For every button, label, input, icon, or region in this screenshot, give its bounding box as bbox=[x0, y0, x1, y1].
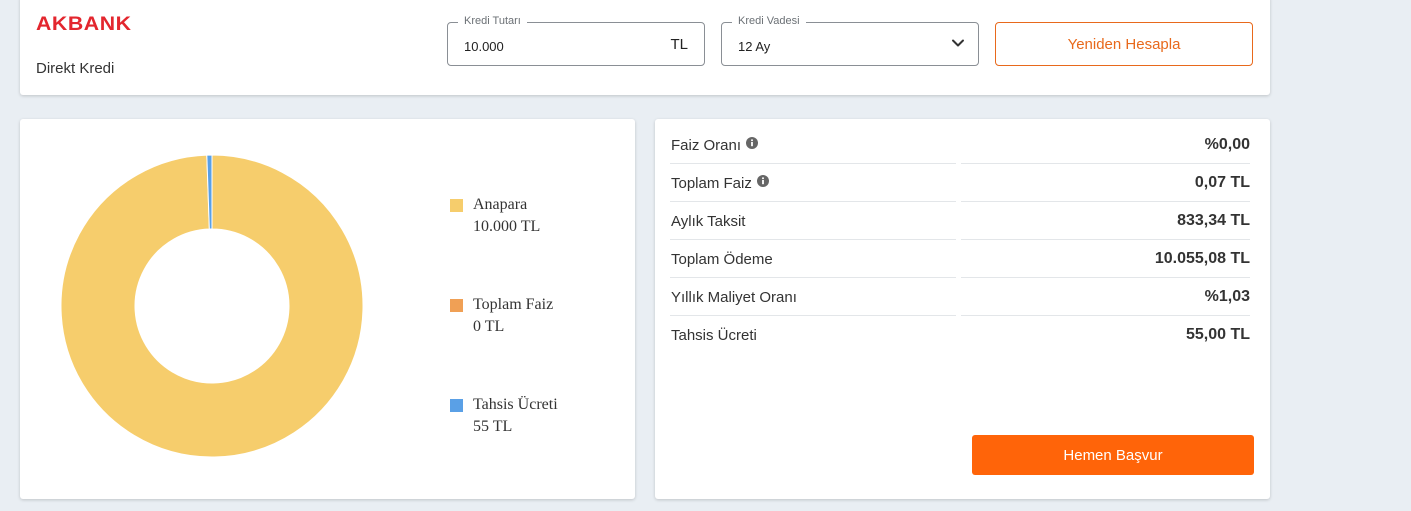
info-icon[interactable] bbox=[756, 174, 769, 191]
loan-summary-card: Faiz Oranı %0,00 Toplam Faiz 0,07 TL Aylık T… bbox=[655, 119, 1270, 499]
loan-amount-field[interactable]: Kredi Tutarı 10.000 TL bbox=[447, 15, 705, 66]
summary-row: Faiz Oranı %0,00 bbox=[670, 126, 1250, 164]
summary-row-label: Aylık Taksit bbox=[671, 213, 746, 230]
legend-value: 0 TL bbox=[473, 318, 505, 335]
apply-now-button[interactable]: Hemen Başvur bbox=[972, 435, 1254, 475]
legend-value: 55 TL bbox=[473, 418, 513, 435]
summary-row: Tahsis Ücreti 55,00 TL bbox=[670, 316, 1250, 354]
chevron-down-icon[interactable] bbox=[950, 35, 966, 56]
summary-row: Aylık Taksit 833,34 TL bbox=[670, 202, 1250, 240]
summary-row-label: Faiz Oranı bbox=[671, 137, 742, 154]
loan-amount-label: Kredi Tutarı bbox=[458, 15, 527, 27]
akbank-logo: AKBANK bbox=[36, 14, 132, 35]
loan-amount-value[interactable]: 10.000 bbox=[464, 39, 504, 54]
summary-row-value: 833,34 TL bbox=[1177, 212, 1250, 229]
summary-row: Toplam Faiz 0,07 TL bbox=[670, 164, 1250, 202]
recalculate-button[interactable]: Yeniden Hesapla bbox=[995, 22, 1253, 66]
summary-row-value: %1,03 bbox=[1204, 288, 1250, 305]
calculator-header-card: AKBANK Direkt Kredi Kredi Tutarı 10.000 … bbox=[20, 0, 1270, 95]
summary-row: Toplam Ödeme 10.055,08 TL bbox=[670, 240, 1250, 278]
legend-swatch-fee bbox=[450, 399, 463, 412]
summary-row-label: Toplam Faiz bbox=[671, 175, 752, 192]
summary-row-label: Toplam Ödeme bbox=[671, 251, 773, 268]
summary-row-label: Tahsis Ücreti bbox=[671, 327, 757, 344]
loan-term-label: Kredi Vadesi bbox=[732, 15, 806, 27]
summary-row-label: Yıllık Maliyet Oranı bbox=[671, 289, 797, 306]
summary-row-value: 0,07 TL bbox=[1194, 174, 1250, 191]
summary-row-value: %0,00 bbox=[1204, 136, 1250, 153]
product-name: Direkt Kredi bbox=[36, 60, 115, 77]
legend-swatch-interest bbox=[450, 299, 463, 312]
legend-label: Anapara bbox=[473, 196, 528, 213]
legend-label: Tahsis Ücreti bbox=[473, 396, 558, 413]
loan-term-select[interactable]: Kredi Vadesi 12 Ay bbox=[721, 15, 979, 66]
loan-breakdown-chart-card: Anapara 10.000 TL Toplam Faiz 0 TL Tahsi… bbox=[20, 119, 635, 499]
summary-row: Yıllık Maliyet Oranı %1,03 bbox=[670, 278, 1250, 316]
info-icon[interactable] bbox=[746, 136, 759, 153]
legend-swatch-principal bbox=[450, 199, 463, 212]
summary-row-value: 55,00 TL bbox=[1185, 326, 1250, 343]
loan-term-value[interactable]: 12 Ay bbox=[738, 39, 770, 54]
currency-unit: TL bbox=[670, 36, 688, 53]
legend-value: 10.000 TL bbox=[473, 218, 541, 235]
legend-label: Toplam Faiz bbox=[473, 296, 554, 313]
summary-row-value: 10.055,08 TL bbox=[1154, 250, 1250, 267]
loan-breakdown-donut-chart bbox=[60, 154, 364, 458]
